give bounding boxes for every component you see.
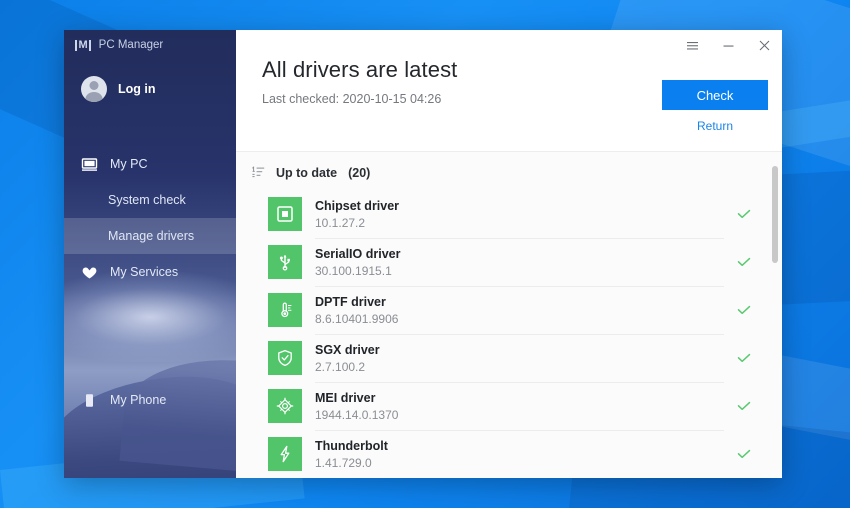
sidebar: M PC Manager Log in My PC System check M… [64,30,236,478]
driver-name: Chipset driver [315,198,400,213]
row-texts: Thunderbolt 1.41.729.0 [315,430,724,478]
sidebar-item-manage-drivers[interactable]: Manage drivers [64,218,236,254]
table-row[interactable]: Chipset driver 10.1.27.2 [236,190,782,238]
sidebar-item-my-phone[interactable]: My Phone [64,382,236,418]
chipset-icon [268,197,302,231]
check-mark-icon [724,382,764,430]
driver-version: 1.41.729.0 [315,455,372,470]
row-texts: SerialIO driver 30.100.1915.1 [315,238,724,286]
list-scrollbar[interactable] [772,166,778,263]
driver-name: SerialIO driver [315,246,401,261]
shield-check-icon [268,341,302,375]
monitor-icon [81,156,98,173]
check-mark-icon [724,190,764,238]
driver-version: 30.100.1915.1 [315,263,392,278]
chip-icon [268,389,302,423]
login-button[interactable]: Log in [64,60,236,102]
app-title: PC Manager [98,39,164,51]
row-texts: DPTF driver 8.6.10401.9906 [315,286,724,334]
usb-icon [268,245,302,279]
table-row[interactable]: MEI driver 1944.14.0.1370 [236,382,782,430]
return-link[interactable]: Return [662,119,768,133]
driver-name: DPTF driver [315,294,386,309]
user-avatar-icon [81,76,107,102]
lightning-bolt-icon [268,437,302,471]
driver-version: 1944.14.0.1370 [315,407,399,422]
check-mark-icon [724,334,764,382]
section-label: Up to date [276,166,338,180]
row-texts: MEI driver 1944.14.0.1370 [315,382,724,430]
app-titlebar: M PC Manager [64,30,236,60]
list-section-header: Up to date (20) [236,152,782,190]
check-button[interactable]: Check [662,80,768,110]
table-row[interactable]: DPTF driver 8.6.10401.9906 [236,286,782,334]
section-count: (20) [348,166,371,180]
table-row[interactable]: SGX driver 2.7.100.2 [236,334,782,382]
row-texts: SGX driver 2.7.100.2 [315,334,724,382]
driver-name: Thunderbolt [315,438,388,453]
sidebar-item-label: System check [108,193,186,207]
check-mark-icon [724,286,764,334]
heart-icon [81,264,98,281]
sidebar-item-label: My Services [110,265,179,279]
driver-version: 10.1.27.2 [315,215,366,230]
pc-manager-logo-icon: M [75,39,91,51]
driver-list: Up to date (20) Chipset driver 10.1.27.2 [236,152,782,478]
sidebar-item-label: My PC [110,157,148,171]
sort-ascending-icon[interactable] [251,166,265,180]
sidebar-item-label: Manage drivers [108,229,195,243]
main-panel: All drivers are latest Last checked: 202… [236,30,782,478]
phone-icon [81,392,98,409]
header-actions: Check Return [662,80,768,133]
login-label: Log in [118,82,156,96]
check-mark-icon [724,238,764,286]
sidebar-nav: My PC System check Manage drivers My Ser… [64,146,236,418]
check-mark-icon [724,430,764,478]
driver-version: 2.7.100.2 [315,359,366,374]
driver-version: 8.6.10401.9906 [315,311,399,326]
sidebar-item-my-pc[interactable]: My PC [64,146,236,182]
table-row[interactable]: SerialIO driver 30.100.1915.1 [236,238,782,286]
row-texts: Chipset driver 10.1.27.2 [315,190,724,238]
table-row[interactable]: Thunderbolt 1.41.729.0 [236,430,782,478]
thermometer-icon [268,293,302,327]
sidebar-item-my-services[interactable]: My Services [64,254,236,290]
pc-manager-window: M PC Manager Log in My PC System check M… [64,30,782,478]
page-header: All drivers are latest Last checked: 202… [236,30,782,152]
sidebar-item-system-check[interactable]: System check [64,182,236,218]
sidebar-item-label: My Phone [110,393,167,407]
driver-name: MEI driver [315,390,376,405]
driver-name: SGX driver [315,342,380,357]
